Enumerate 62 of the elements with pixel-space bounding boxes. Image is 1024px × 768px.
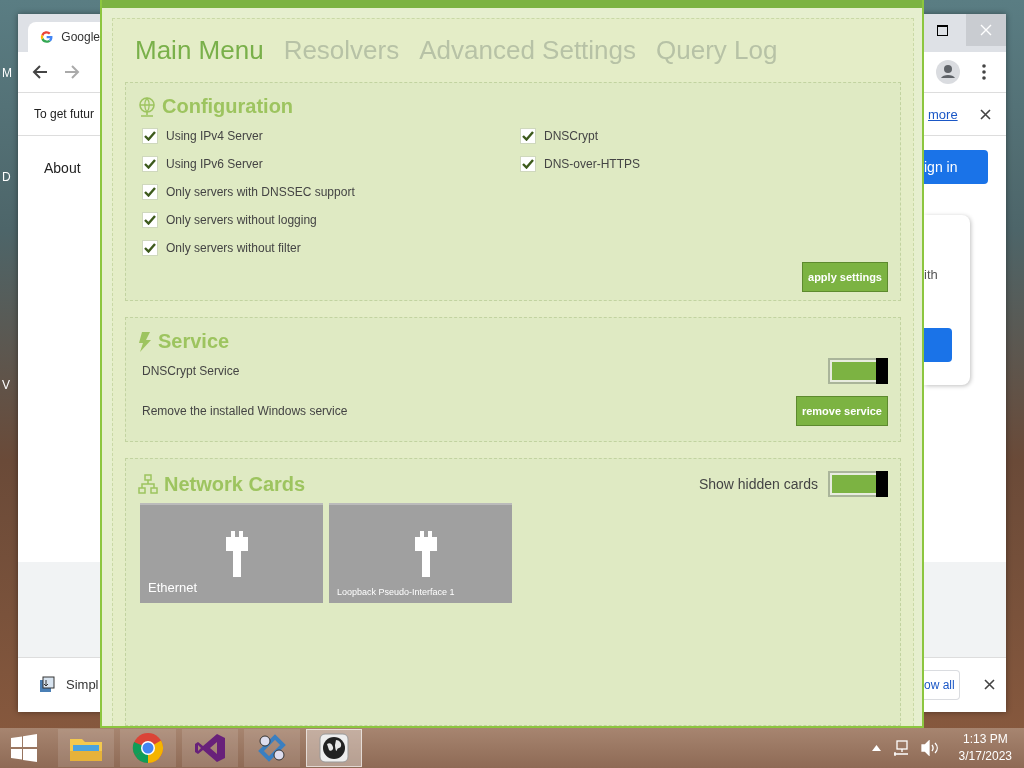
setting-label: Show hidden cards <box>698 476 818 492</box>
option-label: DNSCrypt <box>544 129 598 143</box>
close-icon[interactable] <box>983 679 995 690</box>
option-label: Only servers with DNSSEC support <box>166 185 355 199</box>
show-hidden-icons-icon[interactable] <box>871 745 881 751</box>
checkbox[interactable] <box>142 184 158 200</box>
ethernet-plug-icon <box>415 531 437 577</box>
checkbox[interactable] <box>142 128 158 144</box>
globe-icon <box>319 733 349 763</box>
option-label: Using IPv6 Server <box>166 157 263 171</box>
clock-date[interactable]: 3/17/2023 <box>958 748 1012 765</box>
round-logo-icon <box>132 732 164 764</box>
card-text: ith <box>924 267 939 282</box>
clock-time[interactable]: 1:13 PM <box>962 731 1008 748</box>
checkbox[interactable] <box>520 128 536 144</box>
option-label: Only servers without logging <box>166 213 317 227</box>
info-bar-text: To get futur <box>34 107 95 121</box>
profile-icon[interactable] <box>936 60 960 84</box>
close-icon <box>980 24 992 36</box>
ribbon-logo-icon <box>194 732 226 764</box>
desktop-icon-label: D <box>2 170 11 184</box>
speaker-icon[interactable] <box>920 740 939 756</box>
show-all-button[interactable]: ow all <box>924 669 960 700</box>
setting-label: Remove the installed Windows service <box>142 404 348 418</box>
apply-settings-button[interactable]: apply settings <box>802 262 888 292</box>
option-label: DNS-over-HTTPS <box>544 157 640 171</box>
toggle-switch[interactable] <box>828 358 888 384</box>
network-icon <box>138 474 158 494</box>
google-icon <box>40 30 54 44</box>
section-title: Configuration <box>162 95 294 118</box>
section-title: Network Cards <box>164 472 306 496</box>
section-title: Service <box>158 330 230 353</box>
checkbox[interactable] <box>142 212 158 228</box>
menu-icon[interactable] <box>982 64 986 80</box>
checkbox[interactable] <box>142 156 158 172</box>
network-status-icon[interactable] <box>892 740 909 756</box>
toggle-switch[interactable] <box>828 471 888 497</box>
download-name[interactable]: Simpl <box>66 677 99 692</box>
remove-service-button[interactable]: remove service <box>795 396 888 426</box>
setting-label: DNSCrypt Service <box>142 364 240 378</box>
menu-tab[interactable]: Main Menu <box>135 35 264 66</box>
sign-in-button[interactable]: ign in <box>924 150 988 184</box>
option-label: Only servers without filter <box>166 241 301 255</box>
browser-tab[interactable]: Google <box>28 22 100 52</box>
back-icon[interactable] <box>32 64 48 80</box>
desktop-icon-label: M <box>2 66 12 80</box>
checkbox[interactable] <box>520 156 536 172</box>
network-card[interactable]: Loopback Pseudo-Interface 1 <box>329 503 512 603</box>
learn-more-link[interactable]: more <box>928 106 958 122</box>
about-link[interactable]: About <box>44 160 81 176</box>
network-card[interactable]: Ethernet <box>140 503 323 603</box>
desktop-icon-label: V <box>2 378 10 392</box>
installer-icon[interactable] <box>38 675 56 694</box>
maximize-icon[interactable] <box>937 24 948 36</box>
taskbar-button[interactable] <box>306 729 362 767</box>
close-icon[interactable] <box>979 108 991 120</box>
start-icon[interactable] <box>10 734 38 762</box>
lightning-icon <box>138 331 152 352</box>
globe-icon <box>138 96 156 117</box>
ethernet-plug-icon <box>226 531 248 577</box>
checkbox[interactable] <box>142 240 158 256</box>
option-label: Using IPv4 Server <box>166 129 263 143</box>
